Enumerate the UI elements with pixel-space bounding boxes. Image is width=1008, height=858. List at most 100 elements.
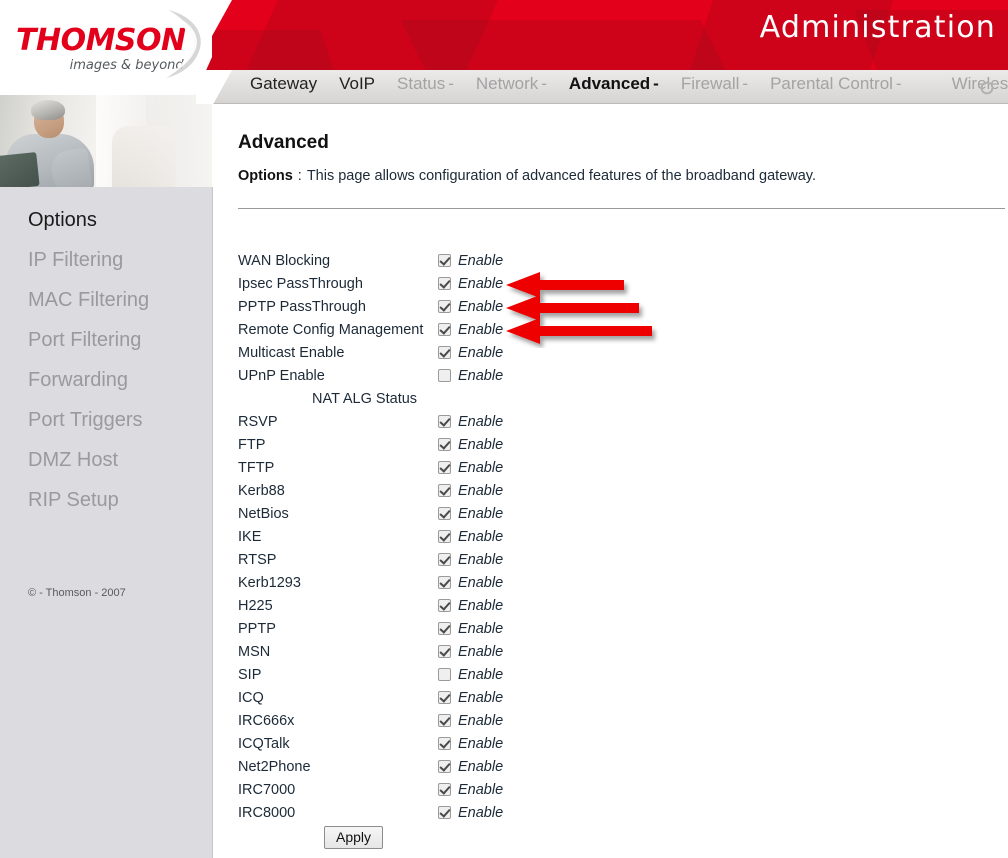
option-checkbox-wan-blocking[interactable] — [438, 254, 451, 267]
navbar-items: Gateway VoIP Status - Network - Advanced - … — [250, 74, 1008, 94]
option-row-kerb88: Kerb88 Enable — [238, 479, 758, 502]
hero-photo — [0, 92, 212, 187]
option-checkbox-rtsp[interactable] — [438, 553, 451, 566]
option-row-msn: MSN Enable — [238, 640, 758, 663]
nav-caret-status: - — [448, 74, 454, 93]
option-checkbox-remote-config-management[interactable] — [438, 323, 451, 336]
option-row-wan-blocking: WAN Blocking Enable — [238, 249, 758, 272]
option-label: IKE — [238, 528, 262, 545]
option-label: WAN Blocking — [238, 252, 331, 269]
option-enable-text: Enable — [458, 367, 504, 384]
option-checkbox-irc666x[interactable] — [438, 714, 451, 727]
nav-label-gateway: Gateway — [250, 74, 318, 93]
option-enable-text: Enable — [458, 643, 504, 660]
option-label: ICQTalk — [238, 735, 290, 752]
option-checkbox-kerb1293[interactable] — [438, 576, 451, 589]
option-checkbox-rsvp[interactable] — [438, 415, 451, 428]
option-enable-text: Enable — [458, 689, 504, 706]
option-checkbox-icq[interactable] — [438, 691, 451, 704]
option-row-sip: SIP Enable — [238, 663, 758, 686]
option-label: MSN — [238, 643, 271, 660]
nav-item-status[interactable]: Status - — [397, 74, 476, 94]
option-row-icqtalk: ICQTalk Enable — [238, 732, 758, 755]
option-row-h225: H225 Enable — [238, 594, 758, 617]
option-label: FTP — [238, 436, 266, 453]
option-label: PPTP — [238, 620, 276, 637]
option-enable-text: Enable — [458, 597, 504, 614]
option-row-ike: IKE Enable — [238, 525, 758, 548]
sidebar-item-rip-setup[interactable]: RIP Setup — [28, 489, 119, 512]
nav-item-network[interactable]: Network - — [476, 74, 569, 94]
nat-alg-status-header: NAT ALG Status — [238, 387, 758, 410]
option-row-net2phone: Net2Phone Enable — [238, 755, 758, 778]
refresh-icon[interactable] — [978, 79, 996, 97]
option-checkbox-ike[interactable] — [438, 530, 451, 543]
option-row-pptp-passthrough: PPTP PassThrough Enable — [238, 295, 758, 318]
option-label: SIP — [238, 666, 262, 683]
sidebar-item-port-triggers[interactable]: Port Triggers — [28, 409, 142, 432]
content-divider — [238, 208, 1005, 209]
nav-item-parental-control[interactable]: Parental Control - — [770, 74, 924, 94]
option-enable-text: Enable — [458, 275, 504, 292]
option-checkbox-h225[interactable] — [438, 599, 451, 612]
option-row-multicast-enable: Multicast Enable Enable — [238, 341, 758, 364]
option-checkbox-sip[interactable] — [438, 668, 451, 681]
option-enable-text: Enable — [458, 505, 504, 522]
option-checkbox-net2phone[interactable] — [438, 760, 451, 773]
nav-item-gateway[interactable]: Gateway — [250, 74, 339, 94]
nav-label-advanced: Advanced — [568, 74, 651, 93]
nav-label-voip: VoIP — [339, 74, 376, 93]
option-checkbox-netbios[interactable] — [438, 507, 451, 520]
option-checkbox-msn[interactable] — [438, 645, 451, 658]
sidebar-item-dmz-host[interactable]: DMZ Host — [28, 449, 118, 472]
option-enable-text: Enable — [458, 413, 504, 430]
option-checkbox-ipsec-passthrough[interactable] — [438, 277, 451, 290]
nav-item-voip[interactable]: VoIP — [339, 74, 397, 94]
option-enable-text: Enable — [458, 459, 504, 476]
sidebar-item-port-filtering[interactable]: Port Filtering — [28, 329, 141, 352]
option-label: Net2Phone — [238, 758, 311, 775]
option-checkbox-pptp-passthrough[interactable] — [438, 300, 451, 313]
photo-fade-overlay — [0, 92, 212, 187]
option-enable-text: Enable — [458, 321, 504, 338]
option-label: IRC7000 — [238, 781, 296, 798]
option-row-rsvp: RSVP Enable — [238, 410, 758, 433]
nav-item-firewall[interactable]: Firewall - — [681, 74, 770, 94]
option-row-ftp: FTP Enable — [238, 433, 758, 456]
nav-caret-advanced: - — [653, 74, 659, 93]
nav-caret-network: - — [541, 74, 547, 93]
page-root: Administration THOMSON images & beyond O… — [0, 0, 1008, 858]
sidebar-item-mac-filtering[interactable]: MAC Filtering — [28, 289, 149, 312]
sidebar-item-forwarding[interactable]: Forwarding — [28, 369, 128, 392]
option-label: RTSP — [238, 551, 277, 568]
apply-button-wrapper: Apply — [324, 826, 384, 849]
sidebar-item-options[interactable]: Options — [28, 209, 97, 232]
option-checkbox-irc8000[interactable] — [438, 806, 451, 819]
option-checkbox-upnp-enable[interactable] — [438, 369, 451, 382]
option-row-irc666x: IRC666x Enable — [238, 709, 758, 732]
option-checkbox-kerb88[interactable] — [438, 484, 451, 497]
option-enable-text: Enable — [458, 758, 504, 775]
option-label: Multicast Enable — [238, 344, 345, 361]
nav-item-advanced[interactable]: Advanced - — [569, 74, 681, 94]
sidebar-item-ip-filtering[interactable]: IP Filtering — [28, 249, 123, 272]
nat-alg-status-title: NAT ALG Status — [312, 390, 418, 407]
option-enable-text: Enable — [458, 551, 504, 568]
option-enable-text: Enable — [458, 574, 504, 591]
option-checkbox-irc7000[interactable] — [438, 783, 451, 796]
option-label: TFTP — [238, 459, 275, 476]
main-content: Advanced Options: This page allows config… — [212, 104, 1008, 858]
option-enable-text: Enable — [458, 482, 504, 499]
option-enable-text: Enable — [458, 735, 504, 752]
option-checkbox-pptp[interactable] — [438, 622, 451, 635]
page-title: Advanced — [238, 132, 329, 153]
option-checkbox-tftp[interactable] — [438, 461, 451, 474]
option-checkbox-multicast-enable[interactable] — [438, 346, 451, 359]
option-checkbox-icqtalk[interactable] — [438, 737, 451, 750]
option-checkbox-ftp[interactable] — [438, 438, 451, 451]
apply-button[interactable]: Apply — [324, 826, 384, 849]
option-row-icq: ICQ Enable — [238, 686, 758, 709]
sidebar-copyright: © - Thomson - 2007 — [28, 587, 126, 599]
option-row-upnp-enable: UPnP Enable Enable — [238, 364, 758, 387]
options-list: WAN Blocking Enable Ipsec PassThrough En… — [238, 249, 758, 824]
